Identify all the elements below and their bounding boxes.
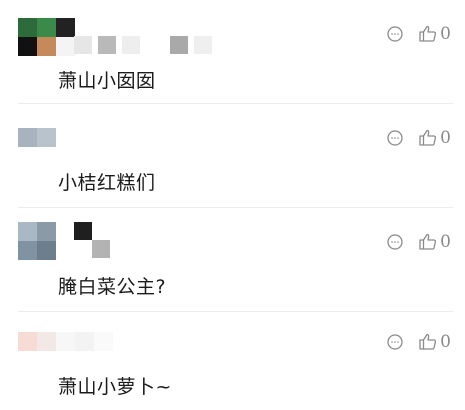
like-count: 0 [440, 332, 451, 352]
username-blurred [74, 130, 92, 148]
comment-item: 0 萧山小萝卜~ [0, 312, 465, 410]
thumbs-up-icon [418, 332, 438, 352]
reply-bubble-icon[interactable] [386, 333, 404, 351]
comment-item: 0 小桔红糕们 [0, 104, 465, 208]
avatar[interactable] [18, 18, 75, 56]
comment-actions: 0 [386, 332, 451, 352]
avatar[interactable] [18, 128, 56, 147]
comment-actions: 0 [386, 24, 451, 44]
comment-actions: 0 [386, 128, 451, 148]
avatar[interactable] [18, 222, 56, 260]
comment-text: 萧山小囡囡 [58, 70, 156, 92]
like-count: 0 [440, 24, 451, 44]
reply-bubble-icon[interactable] [386, 233, 404, 251]
comment-text: 萧山小萝卜~ [58, 376, 172, 398]
like-count: 0 [440, 128, 451, 148]
comment-actions: 0 [386, 232, 451, 252]
thumbs-up-icon [418, 128, 438, 148]
thumbs-up-icon [418, 24, 438, 44]
comment-text: 腌白菜公主? [58, 276, 167, 298]
like-button[interactable]: 0 [418, 232, 451, 252]
avatar[interactable] [18, 332, 113, 351]
comment-item: 0 腌白菜公主? [0, 208, 465, 312]
like-count: 0 [440, 232, 451, 252]
comment-item: 0 萧山小囡囡 [0, 0, 465, 104]
like-button[interactable]: 0 [418, 332, 451, 352]
thumbs-up-icon [418, 232, 438, 252]
reply-bubble-icon[interactable] [386, 25, 404, 43]
comment-text: 小桔红糕们 [58, 172, 156, 194]
like-button[interactable]: 0 [418, 24, 451, 44]
username-blurred [74, 36, 212, 54]
comment-list: 0 萧山小囡囡 0 小桔红糕们 0 腌白菜公主? 0 萧山小萝卜~ [0, 0, 465, 410]
username-blurred [74, 222, 110, 258]
like-button[interactable]: 0 [418, 128, 451, 148]
reply-bubble-icon[interactable] [386, 129, 404, 147]
